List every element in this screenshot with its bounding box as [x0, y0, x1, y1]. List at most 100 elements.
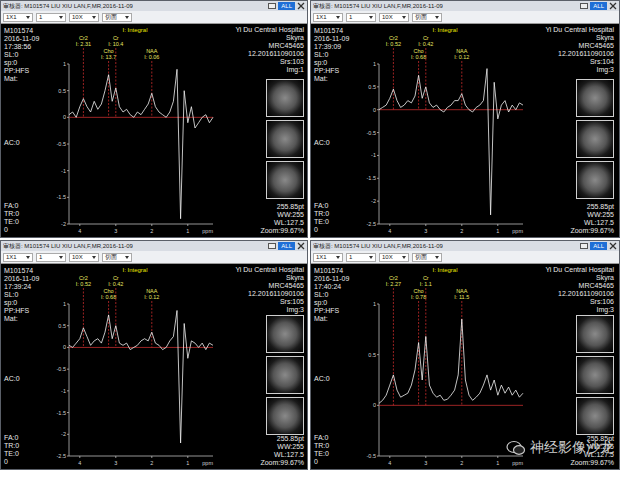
- dropdown[interactable]: 10X: [69, 13, 99, 22]
- peak-marker[interactable]: CrI: 0.42: [108, 275, 123, 347]
- dropdown[interactable]: 1X1: [313, 253, 343, 262]
- x-tick: 4: [78, 228, 81, 234]
- info-text: Zoom:99.67%: [260, 227, 304, 235]
- baseline: [69, 347, 213, 348]
- info-text: Srs:103: [235, 58, 304, 66]
- peak-marker[interactable]: Cr2I: 0.52: [386, 35, 401, 110]
- peak-marker[interactable]: ChoI: 0.68: [411, 48, 426, 110]
- info-text: Yi Du Central Hospital: [545, 266, 614, 274]
- all-button[interactable]: ALL: [590, 242, 607, 250]
- info-text: 17:39:09: [314, 43, 359, 51]
- y-tick: -1.5: [57, 194, 66, 200]
- x-unit: ppm: [512, 228, 523, 234]
- dropdown[interactable]: 1X1: [3, 253, 33, 262]
- info-text: Yi Du Central Hospital: [545, 26, 614, 34]
- localizer-image[interactable]: [266, 79, 304, 117]
- info-text: SL:0: [4, 51, 49, 59]
- spectrum-viewport[interactable]: 审核器: M101574 LIU XIU LAN,F,MR,2016-11-09…: [310, 0, 620, 238]
- window-title: 审核器: M101574 LIU XIU LAN,F,MR,2016-11-09: [3, 242, 133, 251]
- localizer-thumbnails: [266, 79, 304, 199]
- dropdown[interactable]: 1: [346, 253, 376, 262]
- localizer-image[interactable]: [266, 161, 304, 199]
- peak-marker[interactable]: Cr2I: 2.31: [76, 35, 91, 117]
- localizer-image[interactable]: [266, 120, 304, 158]
- dropdown[interactable]: 10X: [69, 253, 99, 262]
- spectrum-chart[interactable]: I: Integral10.50-0.54321ppmCr2I: 2.27Cho…: [359, 264, 531, 470]
- peak-marker[interactable]: Cr2I: 2.27: [386, 275, 401, 405]
- caret-icon: [336, 16, 340, 19]
- restore-icon[interactable]: [268, 243, 276, 249]
- y-tick: 0.5: [368, 84, 376, 90]
- info-text: 2016-11-09: [4, 35, 49, 43]
- all-button[interactable]: ALL: [278, 2, 295, 10]
- localizer-image[interactable]: [576, 397, 614, 435]
- y-tick: 0: [373, 107, 376, 113]
- spectrum-chart[interactable]: I: Integral10.50-0.5-1-1.5-2-2.54321ppmC…: [359, 24, 531, 238]
- localizer-image[interactable]: [576, 356, 614, 394]
- restore-icon[interactable]: [580, 243, 588, 249]
- localizer-image[interactable]: [576, 315, 614, 353]
- chart-title: I: Integral: [122, 267, 147, 273]
- peak-marker[interactable]: NAAI: 0.12: [144, 288, 159, 347]
- spectrum-viewport[interactable]: 审核器: M101574 LIU XIU LAN,F,MR,2016-11-09…: [0, 240, 308, 470]
- info-text: TE:0: [4, 218, 49, 226]
- peak-marker[interactable]: ChoI: 13.7: [101, 48, 116, 117]
- all-button[interactable]: ALL: [278, 242, 295, 250]
- localizer-image[interactable]: [266, 315, 304, 353]
- dropdown[interactable]: 10X: [379, 253, 409, 262]
- info-text: 255.85pt: [260, 203, 304, 211]
- dropdown[interactable]: 切面: [412, 13, 442, 22]
- localizer-image[interactable]: [576, 120, 614, 158]
- y-axis: [69, 304, 70, 456]
- window-title: 审核器: M101574 LIU XIU LAN,F,MR,2016-11-09: [3, 2, 133, 11]
- x-axis: [379, 224, 523, 225]
- title-bar: 审核器: M101574 LIU XIU LAN,F,MR,2016-11-09…: [1, 241, 307, 251]
- dropdown[interactable]: 1X1: [3, 13, 33, 22]
- close-icon[interactable]: [297, 242, 305, 250]
- peak-integral: I: 0.52: [76, 281, 91, 287]
- peak-integral: I: 2.31: [76, 41, 91, 47]
- spectrum-chart[interactable]: I: Integral10.50-0.5-1-1.5-24321ppmCr2I:…: [49, 24, 221, 238]
- peak-integral: I: 0.42: [108, 281, 123, 287]
- x-tick: 3: [114, 228, 117, 234]
- dropdown[interactable]: 切面: [102, 253, 132, 262]
- dropdown[interactable]: 切面: [102, 13, 132, 22]
- peak-marker[interactable]: Cr2I: 0.52: [76, 275, 91, 347]
- baseline: [379, 405, 523, 406]
- info-text: Mat:: [314, 75, 359, 83]
- peak-marker[interactable]: CrI: 10.4: [108, 35, 123, 117]
- localizer-thumbnails: [576, 315, 614, 435]
- close-icon[interactable]: [609, 242, 617, 250]
- dropdown[interactable]: 1: [346, 13, 376, 22]
- localizer-image[interactable]: [266, 356, 304, 394]
- info-text: Srs:106: [545, 298, 614, 306]
- dropdown[interactable]: 1: [36, 253, 66, 262]
- dropdown[interactable]: 1X1: [313, 13, 343, 22]
- all-button[interactable]: ALL: [590, 2, 607, 10]
- dropdown[interactable]: 10X: [379, 13, 409, 22]
- title-bar: 审核器: M101574 LIU XIU LAN,F,MR,2016-11-09…: [311, 241, 619, 251]
- spectrum-line: [69, 311, 213, 444]
- close-icon[interactable]: [609, 2, 617, 10]
- localizer-image[interactable]: [576, 161, 614, 199]
- spectrum-viewport[interactable]: 审核器: M101574 LIU XIU LAN,F,MR,2016-11-09…: [0, 0, 308, 238]
- toolbar: 1X1110X切面: [311, 11, 619, 24]
- x-tick: 1: [496, 228, 499, 234]
- info-text: M101574: [4, 27, 49, 35]
- spectrum-viewport[interactable]: 审核器: M101574 LIU XIU LAN,F,MR,2016-11-09…: [310, 240, 620, 470]
- restore-icon[interactable]: [580, 3, 588, 9]
- y-tick: -1.5: [367, 175, 376, 181]
- close-icon[interactable]: [297, 2, 305, 10]
- localizer-image[interactable]: [576, 79, 614, 117]
- info-text: Skyra: [545, 34, 614, 42]
- dropdown[interactable]: 切面: [412, 253, 442, 262]
- spectrum-chart[interactable]: I: Integral10.50-0.5-1-1.5-2-2.54321ppmC…: [49, 264, 221, 470]
- dropdown[interactable]: 1: [36, 13, 66, 22]
- peak-marker[interactable]: CrI: 0.42: [418, 35, 433, 110]
- info-text: Yi Du Central Hospital: [235, 266, 304, 274]
- info-text: sp:0: [314, 59, 359, 67]
- viewport-body: M1015742016-11-0917:39:09SL:0sp:0PP:HFSM…: [311, 24, 619, 237]
- restore-icon[interactable]: [268, 3, 276, 9]
- localizer-image[interactable]: [266, 397, 304, 435]
- x-tick: 4: [388, 228, 391, 234]
